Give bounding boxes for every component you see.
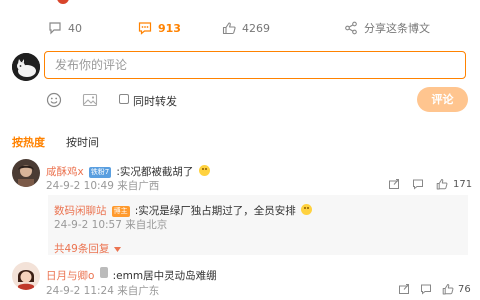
reply-username[interactable]: 数码闲聊站 xyxy=(54,205,107,217)
comment-icon[interactable] xyxy=(420,283,432,295)
share-icon xyxy=(345,21,357,35)
comment-line: 日月与卿o :emm居中灵动岛难绷 xyxy=(46,264,217,283)
comment-count: 40 xyxy=(68,21,82,35)
reply-share-icon[interactable] xyxy=(398,283,410,295)
comment-username[interactable]: 日月与卿o xyxy=(46,270,94,282)
repost-checkbox[interactable] xyxy=(119,94,129,104)
avatar[interactable] xyxy=(12,262,40,290)
thumbs-up-icon[interactable] xyxy=(442,283,454,295)
share-label: 分享这条博文 xyxy=(364,22,430,35)
comment-time: 24-9-2 10:49 来自广西 xyxy=(46,180,160,192)
comment-username[interactable]: 咸酥鸡x xyxy=(46,166,84,178)
submit-comment-button[interactable]: 评论 xyxy=(417,87,468,112)
comment-text: :emm居中灵动岛难绷 xyxy=(112,270,217,282)
more-replies-label: 共49条回复 xyxy=(54,243,110,255)
like-count: 913 xyxy=(158,21,181,35)
emoji-icon[interactable] xyxy=(46,92,62,108)
comment-time: 24-9-2 11:24 来自广东 xyxy=(46,285,160,297)
like-stat[interactable]: 913 xyxy=(138,20,181,36)
top-decoration xyxy=(57,0,69,4)
tab-sort-time[interactable]: 按时间 xyxy=(66,134,99,150)
thumbs-up-icon[interactable] xyxy=(436,178,448,190)
repost-count: 4269 xyxy=(242,21,270,35)
comment-text: :实况都被截胡了 xyxy=(116,166,194,178)
comment-line: 咸酥鸡x 铁粉7 :实况都被截胡了 xyxy=(46,160,210,179)
image-icon[interactable] xyxy=(82,92,98,108)
message-icon xyxy=(138,22,152,35)
reply-text: :实况是绿厂独占期过了，全员安排 xyxy=(134,205,296,217)
reply-line: 数码闲聊站 博主 :实况是绿厂独占期过了，全员安排 xyxy=(54,199,312,218)
comment-stat[interactable]: 40 xyxy=(48,20,82,36)
tab-sort-hot[interactable]: 按热度 xyxy=(12,134,45,150)
cat-avatar-icon xyxy=(12,53,40,81)
comment-like-count: 76 xyxy=(458,284,471,295)
share-stat[interactable]: 分享这条博文 xyxy=(344,20,430,36)
avatar[interactable] xyxy=(12,159,40,187)
comment-icon xyxy=(49,22,61,35)
comment-icon[interactable] xyxy=(412,178,424,190)
reply-share-icon[interactable] xyxy=(388,178,400,190)
author-badge: 博主 xyxy=(111,206,130,217)
user-avatar-icon xyxy=(12,159,40,187)
chevron-down-icon xyxy=(114,247,122,252)
thumbs-up-icon xyxy=(222,22,236,35)
thumbs-stat[interactable]: 4269 xyxy=(222,20,270,36)
repost-label: 同时转发 xyxy=(133,95,177,108)
reply-time: 24-9-2 10:57 来自北京 xyxy=(54,219,168,231)
grin-emoji-icon xyxy=(300,204,312,215)
grin-emoji-icon xyxy=(198,165,210,176)
level-badge xyxy=(99,267,108,278)
user-avatar-icon xyxy=(12,262,40,290)
current-user-avatar[interactable] xyxy=(12,53,40,81)
more-replies-link[interactable]: 共49条回复 xyxy=(54,237,122,256)
comment-like-count: 171 xyxy=(453,179,473,190)
fan-badge: 铁粉7 xyxy=(88,167,112,178)
comment-input[interactable] xyxy=(44,51,466,79)
